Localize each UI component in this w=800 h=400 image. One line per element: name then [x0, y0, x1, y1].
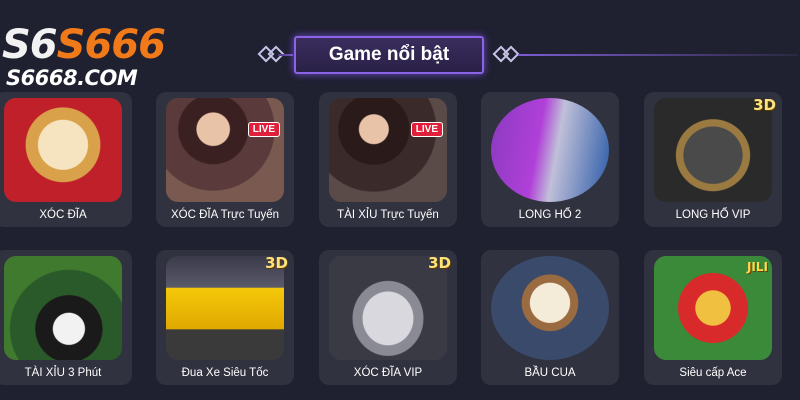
divider [278, 54, 293, 56]
diamond-icon [502, 45, 520, 63]
site-logo[interactable]: S6S666 S6668.COM [2, 22, 172, 102]
game-label: TÀI XỈU Trực Tuyến [337, 209, 439, 221]
live-badge: LIVE [410, 122, 443, 137]
game-label: LONG HỔ VIP [675, 209, 751, 221]
game-label: LONG HỔ 2 [518, 209, 582, 221]
game-label: XÓC ĐĨA VIP [353, 367, 423, 379]
3d-badge: 3D [428, 254, 451, 272]
game-grid: XÓC ĐĨA LIVE XÓC ĐĨA Trực Tuyến LIVE TÀI… [0, 92, 800, 392]
logo-mark: S6S666 [2, 22, 166, 68]
3d-badge: 3D [753, 96, 776, 114]
game-thumbnail [166, 98, 284, 202]
game-card-dua-xe-sieu-toc[interactable]: 3D Đua Xe Siêu Tốc [156, 250, 294, 385]
section-title: Game nổi bật [294, 36, 484, 74]
game-thumbnail [4, 98, 122, 202]
game-label: XÓC ĐĨA Trực Tuyến [170, 209, 280, 221]
game-thumbnail [491, 256, 609, 360]
section-header: Game nổi bật [250, 36, 800, 76]
game-card-xoc-dia-truc-tuyen[interactable]: LIVE XÓC ĐĨA Trực Tuyến [156, 92, 294, 227]
3d-badge: 3D [265, 254, 288, 272]
game-card-tai-xiu-truc-tuyen[interactable]: LIVE TÀI XỈU Trực Tuyến [319, 92, 457, 227]
game-card-xoc-dia[interactable]: XÓC ĐĨA [0, 92, 132, 227]
logo-url: S6668.COM [6, 66, 138, 90]
game-card-tai-xiu-3-phut[interactable]: TÀI XỈU 3 Phút [0, 250, 132, 385]
game-thumbnail [4, 256, 122, 360]
divider [518, 54, 798, 56]
game-card-bau-cua[interactable]: BẦU CUA [481, 250, 619, 385]
live-badge: LIVE [247, 122, 280, 137]
game-label: TÀI XỈU 3 Phút [24, 367, 102, 379]
game-label: BẦU CUA [524, 367, 576, 379]
game-label: Đua Xe Siêu Tốc [181, 367, 269, 379]
game-thumbnail [491, 98, 609, 202]
game-card-xoc-dia-vip[interactable]: 3D XÓC ĐĨA VIP [319, 250, 457, 385]
game-label: Siêu cấp Ace [679, 367, 747, 379]
game-thumbnail [329, 98, 447, 202]
game-card-long-ho-2[interactable]: LONG HỔ 2 [481, 92, 619, 227]
game-card-sieu-cap-ace[interactable]: JILI Siêu cấp Ace [644, 250, 782, 385]
game-card-long-ho-vip[interactable]: 3D LONG HỔ VIP [644, 92, 782, 227]
jili-badge: JILI [746, 260, 768, 274]
game-label: XÓC ĐĨA [39, 209, 87, 221]
